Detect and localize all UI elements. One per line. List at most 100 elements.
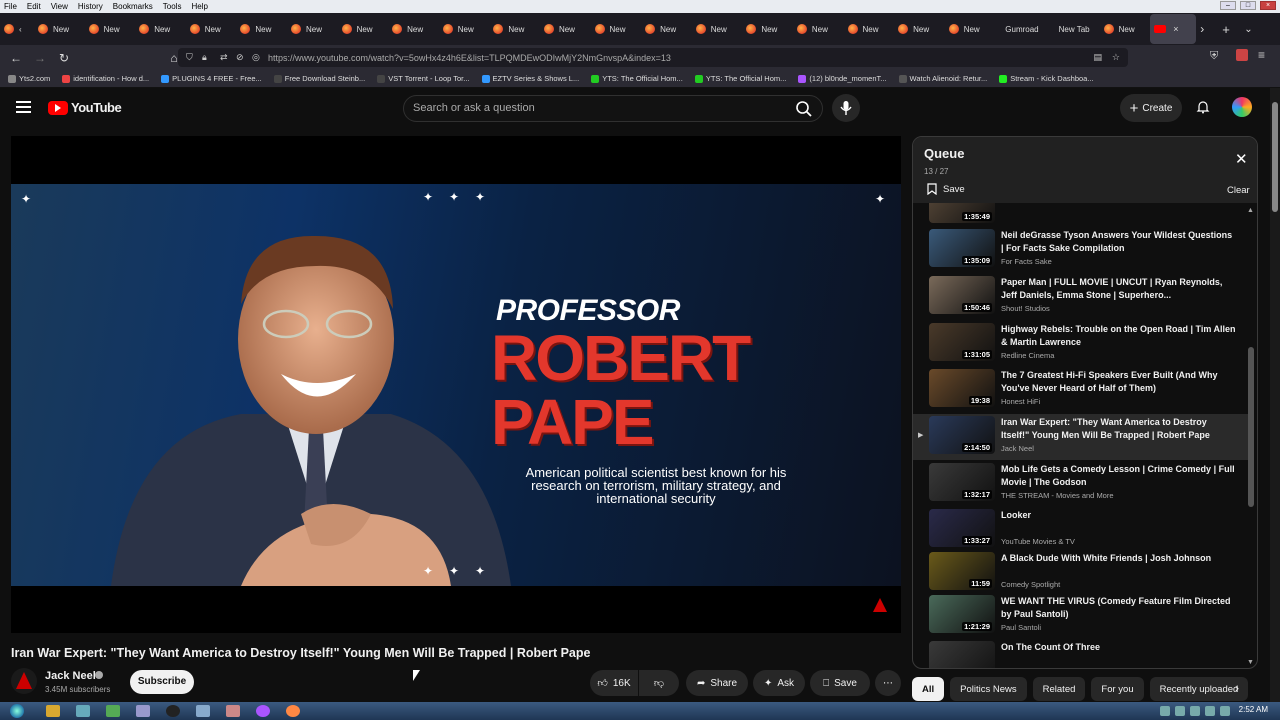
share-button[interactable]: ➦ Share xyxy=(686,670,748,696)
queue-thumbnail[interactable]: 1:50:46 xyxy=(929,276,995,314)
tab-new[interactable]: New xyxy=(641,14,692,44)
bookmark-item[interactable]: PLUGINS 4 FREE - Free... xyxy=(161,74,262,83)
queue-item[interactable]: 1:35:09 Neil deGrasse Tyson Answers Your … xyxy=(913,227,1249,273)
extensions-icon[interactable]: ⛨ xyxy=(1210,50,1218,63)
menu-bookmarks[interactable]: Bookmarks xyxy=(113,2,153,11)
queue-thumbnail[interactable]: 1:33:27 xyxy=(929,509,995,547)
youtube-logo[interactable]: YouTube xyxy=(48,100,122,115)
close-window-button[interactable]: × xyxy=(1260,1,1276,10)
app-icon[interactable] xyxy=(106,705,120,717)
menu-file[interactable]: File xyxy=(4,2,17,11)
queue-thumbnail[interactable]: 11:59 xyxy=(929,552,995,590)
queue-thumbnail[interactable]: 2:14:50 xyxy=(929,416,995,454)
start-button-icon[interactable] xyxy=(10,704,24,718)
queue-item[interactable]: 1:21:29 WE WANT THE VIRUS (Comedy Feature… xyxy=(913,593,1249,639)
addon-icon[interactable] xyxy=(1236,49,1248,61)
queue-item[interactable]: 1:31:05 Highway Rebels: Trouble on the Op… xyxy=(913,321,1249,367)
save-button[interactable]: ⎕ Save xyxy=(810,670,870,696)
tab-last[interactable]: New xyxy=(1100,14,1151,44)
maximize-button[interactable]: □ xyxy=(1240,1,1256,10)
tray-icon[interactable] xyxy=(1160,706,1170,716)
video-player[interactable]: ✦ ✦ ✦ ✦ ✦ ✦ ✦ ✦ PROFESSOR ROBERT PAPE Am… xyxy=(11,136,901,633)
channel-name[interactable]: Jack Neel xyxy=(45,670,96,682)
taskbar-clock[interactable]: 2:52 AM xyxy=(1239,705,1268,714)
tab-new[interactable]: New xyxy=(591,14,642,44)
tab-new[interactable]: New xyxy=(236,14,287,44)
tab-new[interactable]: New xyxy=(692,14,743,44)
reload-button[interactable]: ↻ xyxy=(52,51,76,65)
menu-help[interactable]: Help xyxy=(191,2,207,11)
subscribe-button[interactable]: Subscribe xyxy=(130,670,194,694)
chip-for-you[interactable]: For you xyxy=(1091,677,1144,701)
site-info-icon[interactable]: ◎ xyxy=(252,52,260,63)
search-input[interactable]: Search or ask a question xyxy=(403,95,823,122)
app-icon[interactable] xyxy=(256,705,270,717)
chip-all[interactable]: All xyxy=(912,677,945,701)
menu-tools[interactable]: Tools xyxy=(163,2,182,11)
queue-thumbnail[interactable]: 1:35:09 xyxy=(929,229,995,267)
shield-icon[interactable]: ⛉ xyxy=(186,52,193,63)
bookmark-item[interactable]: Yts2.com xyxy=(8,74,50,83)
queue-thumbnail[interactable]: 1:32:17 xyxy=(929,463,995,501)
tab-new[interactable]: New xyxy=(742,14,793,44)
file-explorer-icon[interactable] xyxy=(46,705,60,717)
queue-item[interactable]: 1:33:27 Looker YouTube Movies & TV xyxy=(913,507,1249,553)
queue-scrollbar[interactable] xyxy=(1248,347,1254,507)
bookmark-item[interactable]: EZTV Series & Shows L... xyxy=(481,74,579,83)
queue-thumbnail[interactable]: 1:21:29 xyxy=(929,595,995,633)
app-icon[interactable] xyxy=(166,705,180,717)
tab-close-icon[interactable]: × xyxy=(1173,24,1178,34)
page-scroll-thumb[interactable] xyxy=(1272,102,1278,212)
queue-thumbnail[interactable]: 19:38 xyxy=(929,369,995,407)
tab-scroll-left[interactable]: ‹ xyxy=(0,14,34,44)
scroll-up-icon[interactable]: ▲ xyxy=(1247,207,1254,214)
bookmark-item[interactable]: YTS: The Official Hom... xyxy=(591,74,683,83)
tab-active-youtube[interactable]: × xyxy=(1150,14,1197,44)
like-button[interactable]: 👍︎ 16K xyxy=(590,670,638,696)
tab-new-tab[interactable]: New Tab xyxy=(1049,14,1100,44)
forward-button[interactable]: → xyxy=(28,51,52,65)
permissions-icon[interactable]: ⇄ xyxy=(220,52,228,63)
tab-gumroad[interactable]: Gumroad xyxy=(995,14,1048,44)
queue-item[interactable]: 11:59 A Black Dude With White Friends | J… xyxy=(913,550,1249,596)
queue-item[interactable]: 1:50:46 Paper Man | FULL MOVIE | UNCUT | … xyxy=(913,274,1249,320)
tracking-icon[interactable]: ⊘ xyxy=(236,52,244,63)
menu-edit[interactable]: Edit xyxy=(27,2,41,11)
tab-new[interactable]: New xyxy=(894,14,945,44)
firefox-taskbar-icon[interactable] xyxy=(286,705,300,717)
back-button[interactable]: ← xyxy=(4,51,28,65)
queue-save-button[interactable]: Save xyxy=(927,183,965,195)
bookmark-item[interactable]: identification - How d... xyxy=(62,74,149,83)
menu-history[interactable]: History xyxy=(78,2,103,11)
dislike-button[interactable]: 👎︎ xyxy=(639,670,679,696)
account-avatar[interactable] xyxy=(1232,97,1252,117)
tab-scroll-right[interactable]: › xyxy=(1196,14,1218,44)
search-icon[interactable] xyxy=(795,100,813,118)
tab-new[interactable]: New xyxy=(540,14,591,44)
queue-thumbnail[interactable]: 1:25:42 xyxy=(929,641,995,668)
tab-new[interactable]: New xyxy=(34,14,85,44)
more-actions-button[interactable]: ⋯ xyxy=(875,670,901,696)
tab-new[interactable]: New xyxy=(388,14,439,44)
tab-new[interactable]: New xyxy=(793,14,844,44)
menu-view[interactable]: View xyxy=(51,2,68,11)
tab-new[interactable]: New xyxy=(85,14,136,44)
tab-new[interactable]: New xyxy=(135,14,186,44)
notifications-bell-icon[interactable] xyxy=(1196,100,1210,114)
chip-related[interactable]: Related xyxy=(1032,677,1086,701)
reader-view-icon[interactable]: ▤ xyxy=(1093,52,1102,63)
bookmark-item[interactable]: YTS: The Official Hom... xyxy=(694,74,786,83)
tab-new[interactable]: New xyxy=(186,14,237,44)
app-icon[interactable] xyxy=(196,705,210,717)
channel-avatar[interactable] xyxy=(11,668,37,694)
queue-clear-button[interactable]: Clear xyxy=(1227,185,1250,196)
tray-icon[interactable] xyxy=(1190,706,1200,716)
tray-icon[interactable] xyxy=(1175,706,1185,716)
ask-button[interactable]: ✦ Ask xyxy=(753,670,805,696)
tab-new[interactable]: New xyxy=(287,14,338,44)
hamburger-menu-icon[interactable] xyxy=(16,101,31,113)
bookmark-item[interactable]: Watch Alienoid: Retur... xyxy=(898,74,987,83)
tray-icon[interactable] xyxy=(1205,706,1215,716)
app-icon[interactable] xyxy=(76,705,90,717)
queue-thumbnail[interactable]: 1:31:05 xyxy=(929,323,995,361)
